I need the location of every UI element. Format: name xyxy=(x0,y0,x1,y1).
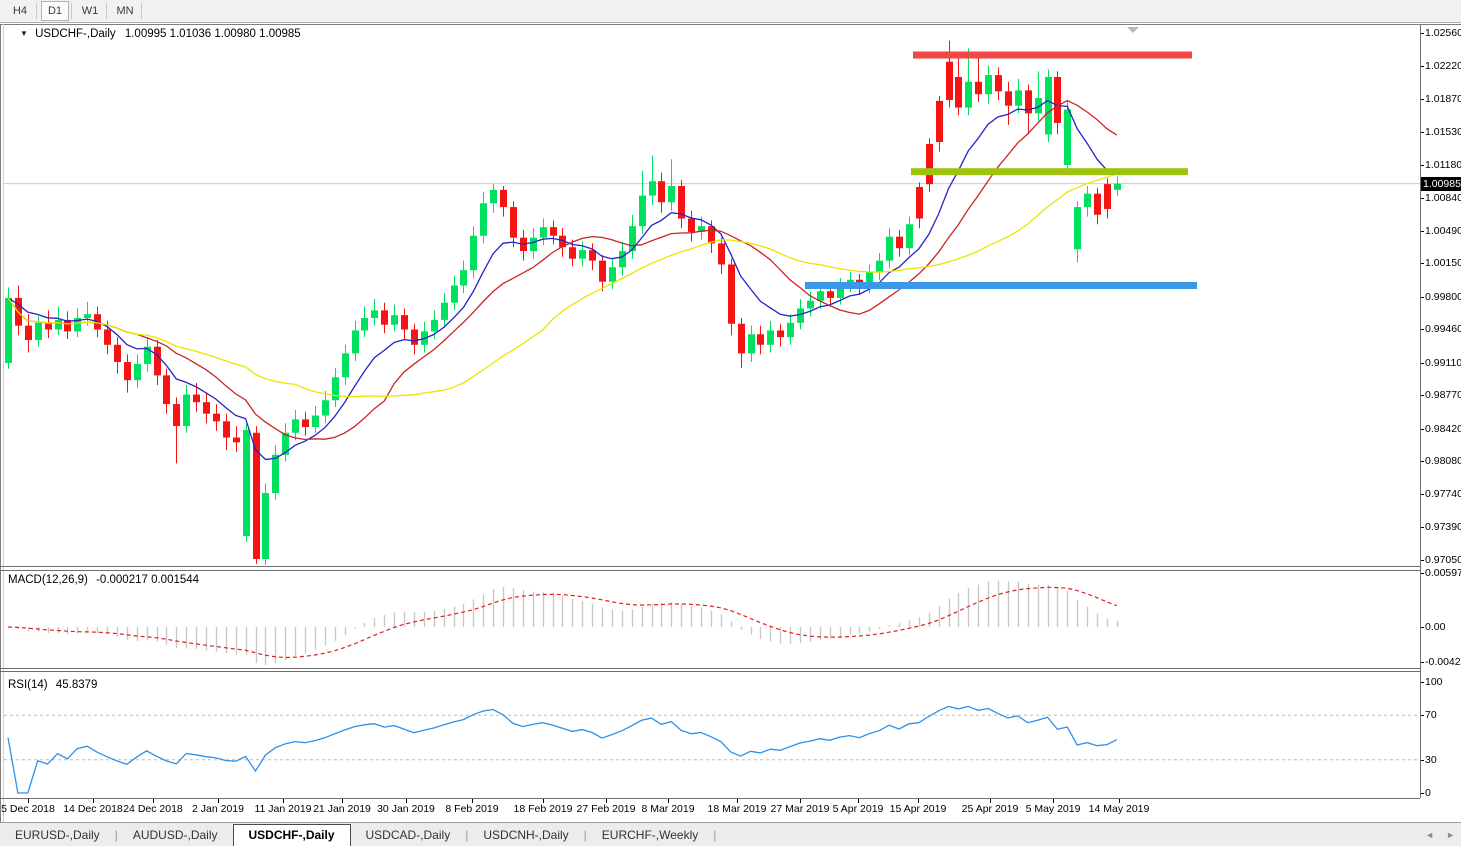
chart-tabbar: EURUSD-,Daily | AUDUSD-,Daily USDCHF-,Daily… xyxy=(0,822,1461,846)
toolbar-separator xyxy=(141,3,142,19)
price-axis-label-tick xyxy=(1421,99,1424,100)
rsi-axis-label: 70 xyxy=(1425,709,1437,721)
price-axis-label-tick xyxy=(1421,395,1424,396)
terminal-root: H4 D1 W1 MN ▼ USDCHF-,Daily 1.00995 1.01036… xyxy=(0,0,1461,846)
price-axis-label-tick xyxy=(1421,560,1424,561)
price-axis-label: 0.97050 xyxy=(1425,554,1461,566)
tab-usdcad-daily[interactable]: USDCAD-,Daily xyxy=(351,823,466,846)
price-axis-label: 0.99800 xyxy=(1425,291,1461,303)
panel-bottom-border xyxy=(0,798,1420,799)
rsi-axis-label-tick xyxy=(1421,760,1424,761)
rsi-label: RSI(14) xyxy=(8,679,48,691)
price-axis-label-tick xyxy=(1421,363,1424,364)
rsi-axis-label: 100 xyxy=(1425,676,1443,688)
tab-scroll-left-icon[interactable]: ◄ xyxy=(1425,830,1434,840)
price-axis-label: 1.00150 xyxy=(1425,257,1461,269)
window-left-border xyxy=(3,24,4,822)
macd-axis-label: -0.00424 xyxy=(1425,656,1461,668)
timeframe-button-w1[interactable]: W1 xyxy=(76,1,104,21)
price-axis-label-tick xyxy=(1421,494,1424,495)
tab-usdchf-daily[interactable]: USDCHF-,Daily xyxy=(232,823,351,846)
price-axis-label: 0.98770 xyxy=(1425,389,1461,401)
date-label: 14 May 2019 xyxy=(1088,803,1150,815)
chart-window[interactable] xyxy=(0,24,1461,824)
price-axis-label-tick xyxy=(1421,527,1424,528)
price-axis-label: 1.00490 xyxy=(1425,225,1461,237)
price-axis-label-tick xyxy=(1421,263,1424,264)
price-axis-label-tick xyxy=(1421,297,1424,298)
price-axis-label: 0.97740 xyxy=(1425,488,1461,500)
macd-axis-label-tick xyxy=(1421,627,1424,628)
price-axis-label-tick xyxy=(1421,66,1424,67)
price-axis-label-tick xyxy=(1421,231,1424,232)
macd-values: -0.000217 0.001544 xyxy=(96,574,200,586)
current-price-tag: 1.00985 xyxy=(1421,177,1461,191)
price-axis-label-tick xyxy=(1421,165,1424,166)
panel-splitter-macd-top-b[interactable] xyxy=(0,570,1420,571)
rsi-axis-label-tick xyxy=(1421,682,1424,683)
macd-label: MACD(12,26,9) xyxy=(8,574,88,586)
price-axis-label: 0.98080 xyxy=(1425,455,1461,467)
macd-axis-label: 0.00597 xyxy=(1425,567,1461,579)
rsi-value: 45.8379 xyxy=(55,679,98,691)
macd-panel-label: MACD(12,26,9) -0.000217 0.001544 xyxy=(8,574,199,586)
timeframe-toolbar: H4 D1 W1 MN xyxy=(0,0,1461,23)
rsi-axis-label: 0 xyxy=(1425,787,1431,799)
chart-ohlc-values: 1.00995 1.01036 1.00980 1.00985 xyxy=(124,28,301,40)
timeframe-button-h4[interactable]: H4 xyxy=(6,1,34,21)
chart-collapse-icon[interactable]: ▼ xyxy=(20,29,28,38)
panel-splitter-macd-top-a[interactable] xyxy=(0,566,1420,567)
price-axis-label-tick xyxy=(1421,461,1424,462)
price-axis-label-tick xyxy=(1421,198,1424,199)
toolbar-separator xyxy=(71,3,72,19)
price-axis-label-tick xyxy=(1421,132,1424,133)
rsi-panel-label: RSI(14) 45.8379 xyxy=(8,679,97,691)
macd-axis-label-tick xyxy=(1421,662,1424,663)
tab-separator: | xyxy=(713,828,717,842)
tab-scroll-controls: ◄ ► xyxy=(1425,823,1455,846)
price-axis-label: 1.02560 xyxy=(1425,27,1461,39)
price-axis-label-tick xyxy=(1421,329,1424,330)
timeframe-button-mn[interactable]: MN xyxy=(111,1,139,21)
toolbar-separator xyxy=(36,3,37,19)
price-axis-label: 0.97390 xyxy=(1425,521,1461,533)
rsi-axis-label: 30 xyxy=(1425,754,1437,766)
rsi-axis-label-tick xyxy=(1421,793,1424,794)
panel-splitter-rsi-top-b[interactable] xyxy=(0,671,1420,672)
chart-title: ▼ USDCHF-,Daily 1.00995 1.01036 1.00980 … xyxy=(20,28,301,40)
price-axis-label-tick xyxy=(1421,33,1424,34)
tab-scroll-right-icon[interactable]: ► xyxy=(1446,830,1455,840)
tab-eurusd-daily[interactable]: EURUSD-,Daily xyxy=(0,823,115,846)
price-axis-label: 0.99460 xyxy=(1425,323,1461,335)
price-axis-label-tick xyxy=(1421,429,1424,430)
price-axis-label: 0.98420 xyxy=(1425,423,1461,435)
chart-symbol-label: USDCHF-,Daily xyxy=(35,28,116,40)
price-axis-label: 1.01530 xyxy=(1425,126,1461,138)
macd-axis-label: 0.00 xyxy=(1425,621,1446,633)
panel-splitter-rsi-top-a[interactable] xyxy=(0,668,1420,669)
macd-axis-label-tick xyxy=(1421,573,1424,574)
timeframe-button-d1[interactable]: D1 xyxy=(41,1,69,21)
rsi-axis-label-tick xyxy=(1421,715,1424,716)
tab-eurchf-weekly[interactable]: EURCHF-,Weekly xyxy=(587,823,713,846)
price-axis-label: 1.02220 xyxy=(1425,60,1461,72)
price-axis-label: 1.01870 xyxy=(1425,93,1461,105)
price-axis-label: 1.00840 xyxy=(1425,192,1461,204)
price-axis-label: 1.01180 xyxy=(1425,159,1461,171)
price-axis-label: 0.99110 xyxy=(1425,357,1461,369)
tab-audusd-daily[interactable]: AUDUSD-,Daily xyxy=(118,823,233,846)
tab-usdcnh-daily[interactable]: USDCNH-,Daily xyxy=(468,823,583,846)
toolbar-separator xyxy=(106,3,107,19)
